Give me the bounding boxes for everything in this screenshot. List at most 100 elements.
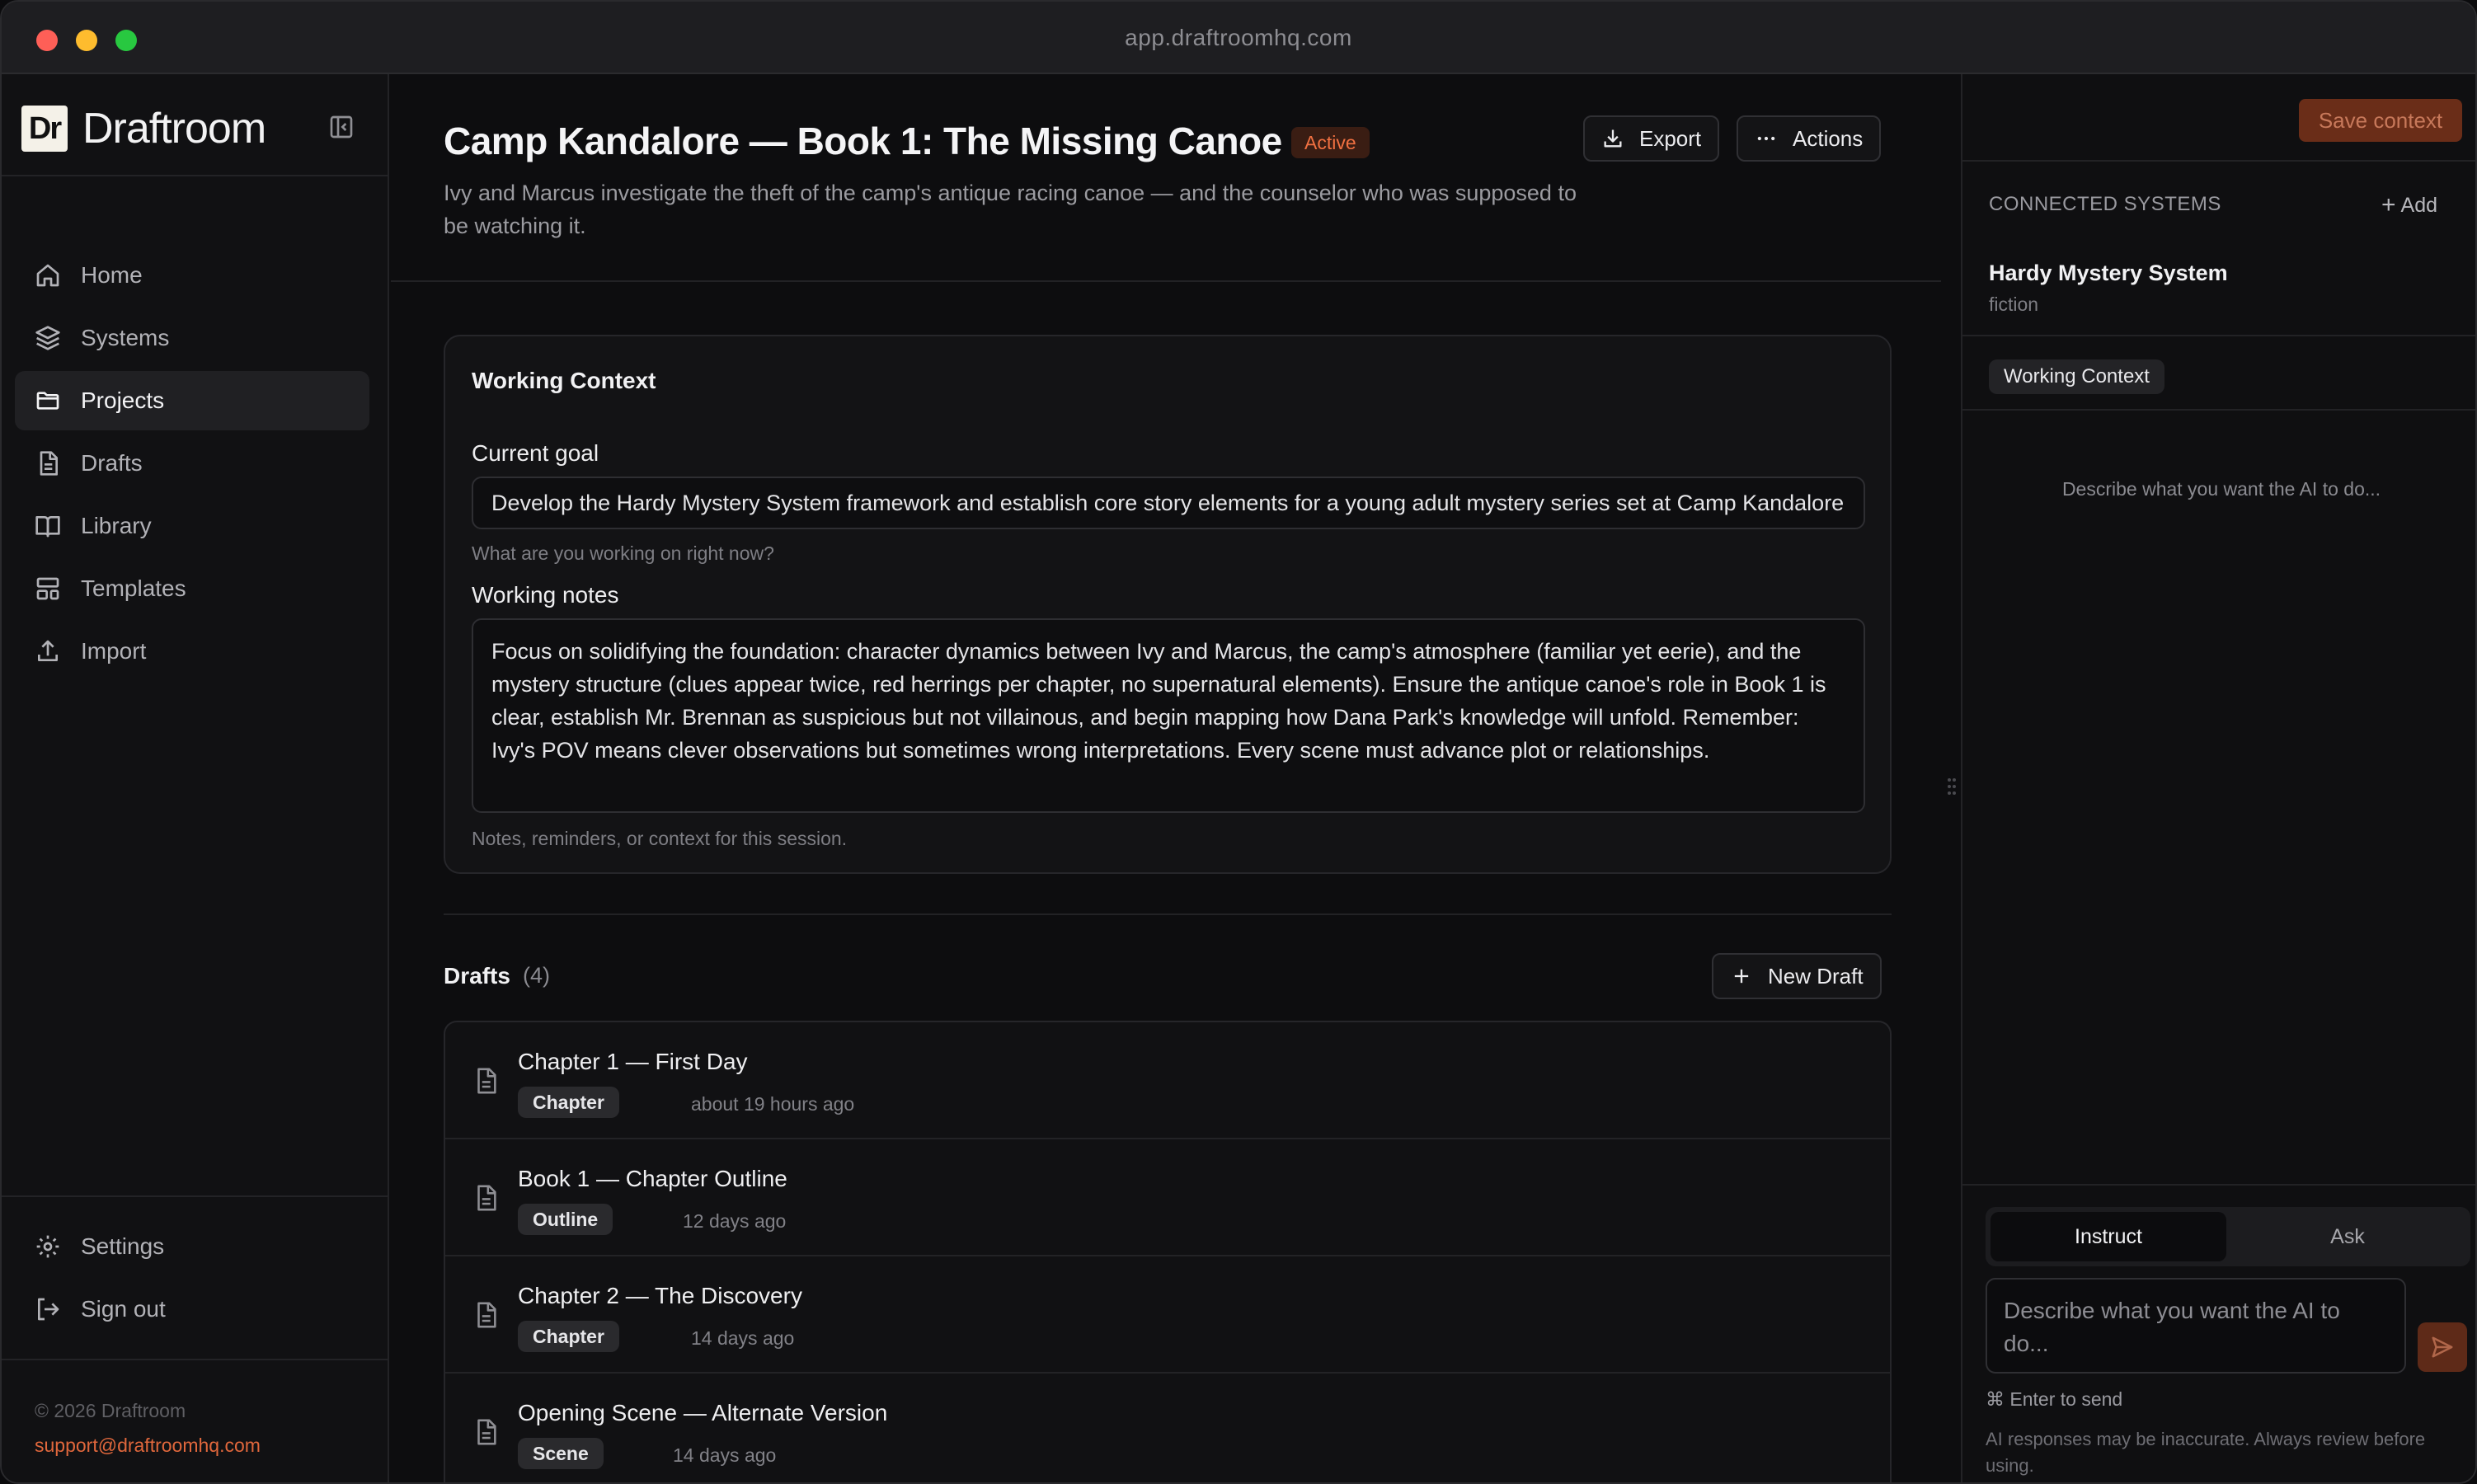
new-draft-label: New Draft bbox=[1768, 963, 1864, 989]
more-horizontal-icon bbox=[1757, 136, 1775, 141]
working-context-card: Working Context Current goal Develop the… bbox=[444, 335, 1892, 874]
sidebar-item-templates[interactable]: Templates bbox=[15, 559, 369, 618]
mode-ask-tab[interactable]: Ask bbox=[2230, 1212, 2465, 1261]
sidebar: Dr Draftroom Home Systems Projects Draft… bbox=[2, 74, 389, 1482]
export-label: Export bbox=[1639, 125, 1702, 151]
empty-conversation-placeholder: Describe what you want the AI to do... bbox=[2061, 478, 2381, 500]
context-chip[interactable]: Working Context bbox=[1989, 359, 2164, 394]
upload-icon bbox=[38, 640, 58, 661]
connected-system-name[interactable]: Hardy Mystery System bbox=[1989, 261, 2228, 286]
add-system-button[interactable]: + Add bbox=[2381, 191, 2437, 219]
sidebar-item-library[interactable]: Library bbox=[15, 496, 369, 556]
section-divider bbox=[444, 913, 1892, 915]
connected-system-type: fiction bbox=[1989, 294, 2039, 315]
mode-toggle: Instruct Ask bbox=[1986, 1207, 2470, 1266]
sidebar-item-drafts[interactable]: Drafts bbox=[15, 434, 369, 493]
working-context-title: Working Context bbox=[472, 368, 656, 393]
sidebar-item-label: Sign out bbox=[81, 1296, 166, 1322]
connected-systems-heading: CONNECTED SYSTEMS bbox=[1989, 193, 2221, 215]
document-icon bbox=[477, 1419, 496, 1445]
sidebar-item-settings[interactable]: Settings bbox=[15, 1217, 369, 1276]
draft-type-badge: Scene bbox=[518, 1438, 604, 1469]
draft-updated-time: 14 days ago bbox=[673, 1444, 777, 1466]
main-content: Camp Kandalore — Book 1: The Missing Can… bbox=[391, 74, 1941, 1482]
gear-icon bbox=[36, 1235, 59, 1258]
mode-instruct-tab[interactable]: Instruct bbox=[1991, 1212, 2226, 1261]
sidebar-item-label: Home bbox=[81, 262, 143, 288]
layout-icon bbox=[36, 577, 59, 600]
page-title: Camp Kandalore — Book 1: The Missing Can… bbox=[444, 120, 1282, 162]
save-context-button[interactable]: Save context bbox=[2299, 99, 2462, 142]
current-goal-label: Current goal bbox=[472, 440, 599, 466]
draft-row[interactable]: Chapter 1 — First Day Chapter about 19 h… bbox=[445, 1022, 1890, 1139]
new-draft-button[interactable]: New Draft bbox=[1712, 953, 1882, 999]
draft-type-badge: Chapter bbox=[518, 1321, 619, 1352]
folder-icon bbox=[36, 392, 59, 410]
sidebar-item-label: Drafts bbox=[81, 450, 143, 476]
draft-title: Chapter 2 — The Discovery bbox=[518, 1283, 802, 1308]
actions-label: Actions bbox=[1793, 125, 1864, 151]
send-icon bbox=[2432, 1336, 2453, 1358]
working-notes-hint: Notes, reminders, or context for this se… bbox=[472, 828, 848, 849]
layers-icon bbox=[35, 326, 60, 350]
send-button[interactable] bbox=[2418, 1322, 2467, 1372]
draft-type-badge: Chapter bbox=[518, 1087, 619, 1118]
copyright-text: © 2026 Draftroom bbox=[35, 1400, 186, 1421]
sidebar-divider bbox=[2, 1195, 389, 1197]
panel-divider bbox=[1962, 409, 2475, 411]
actions-button[interactable]: Actions bbox=[1737, 115, 1882, 162]
sidebar-divider bbox=[2, 1359, 389, 1360]
document-icon bbox=[40, 451, 58, 476]
sidebar-item-sign-out[interactable]: Sign out bbox=[15, 1280, 369, 1339]
sidebar-item-import[interactable]: Import bbox=[15, 622, 369, 681]
draft-updated-time: about 19 hours ago bbox=[691, 1093, 855, 1115]
current-goal-hint: What are you working on right now? bbox=[472, 542, 774, 564]
prompt-input[interactable]: Describe what you want the AI to do... bbox=[1986, 1278, 2406, 1374]
draft-row[interactable]: Book 1 — Chapter Outline Outline 12 days… bbox=[445, 1139, 1890, 1256]
sidebar-item-home[interactable]: Home bbox=[15, 246, 369, 305]
home-icon bbox=[36, 264, 59, 287]
book-icon bbox=[35, 516, 60, 538]
sidebar-item-label: Projects bbox=[81, 387, 165, 413]
draft-row[interactable]: Opening Scene — Alternate Version Scene … bbox=[445, 1374, 1890, 1482]
plus-icon bbox=[1734, 969, 1749, 984]
ai-assistant-panel: Save context CONNECTED SYSTEMS + Add Har… bbox=[1961, 74, 2475, 1482]
sign-out-icon bbox=[38, 1298, 59, 1321]
document-icon bbox=[477, 1068, 496, 1094]
export-button[interactable]: Export bbox=[1583, 115, 1720, 162]
sidebar-nav: Home Systems Projects Drafts Library Tem… bbox=[15, 246, 369, 684]
sidebar-item-label: Library bbox=[81, 513, 152, 538]
app-window: app.draftroomhq.com Dr Draftroom Home Sy… bbox=[0, 0, 2477, 1484]
document-icon bbox=[477, 1185, 496, 1211]
brand-logo: Dr bbox=[21, 106, 68, 152]
send-shortcut-hint: ⌘ Enter to send bbox=[1986, 1388, 2123, 1410]
sidebar-item-label: Templates bbox=[81, 575, 186, 601]
draft-row[interactable]: Chapter 2 — The Discovery Chapter 14 day… bbox=[445, 1256, 1890, 1374]
sidebar-item-systems[interactable]: Systems bbox=[15, 308, 369, 368]
sidebar-item-projects[interactable]: Projects bbox=[15, 371, 369, 430]
project-description: Ivy and Marcus investigate the theft of … bbox=[444, 181, 1577, 238]
current-goal-input[interactable]: Develop the Hardy Mystery System framewo… bbox=[472, 477, 1865, 529]
draft-title: Opening Scene — Alternate Version bbox=[518, 1400, 888, 1425]
sidebar-item-label: Systems bbox=[81, 325, 170, 350]
panel-divider bbox=[1962, 335, 2475, 336]
sidebar-item-label: Import bbox=[81, 638, 147, 664]
drafts-heading: Drafts bbox=[444, 963, 510, 989]
address-bar[interactable]: app.draftroomhq.com bbox=[2, 25, 2475, 51]
ai-disclaimer: AI responses may be inaccurate. Always r… bbox=[1986, 1429, 2426, 1476]
collapse-sidebar-icon[interactable] bbox=[328, 114, 355, 140]
drafts-list: Chapter 1 — First Day Chapter about 19 h… bbox=[444, 1021, 1892, 1482]
draft-title: Book 1 — Chapter Outline bbox=[518, 1166, 787, 1191]
panel-divider bbox=[1962, 1184, 2475, 1186]
working-notes-textarea[interactable]: Focus on solidifying the foundation: cha… bbox=[472, 618, 1865, 813]
panel-resize-handle[interactable] bbox=[1946, 777, 1958, 796]
brand[interactable]: Dr Draftroom bbox=[21, 104, 266, 153]
working-notes-label: Working notes bbox=[472, 582, 619, 608]
status-badge: Active bbox=[1291, 127, 1370, 158]
add-system-label: Add bbox=[2400, 193, 2438, 217]
support-email-link[interactable]: support@draftroomhq.com bbox=[35, 1435, 261, 1457]
sidebar-divider bbox=[2, 175, 389, 176]
sidebar-item-label: Settings bbox=[81, 1233, 165, 1259]
draft-type-badge: Outline bbox=[518, 1204, 613, 1235]
brand-name: Draftroom bbox=[82, 105, 266, 153]
